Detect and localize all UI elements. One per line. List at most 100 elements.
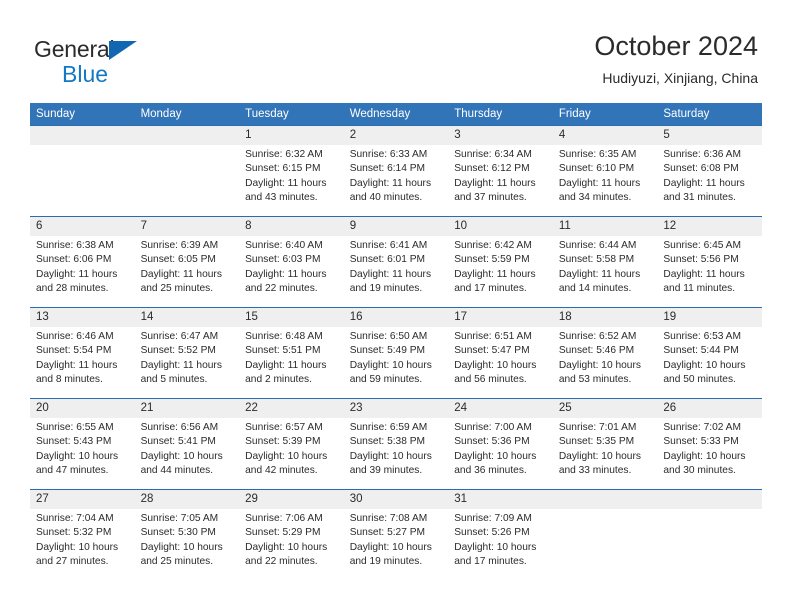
sunrise-time: Sunrise: 7:05 AM [140, 513, 219, 524]
day-details: Sunrise: 6:44 AM Sunset: 5:58 PM Daylight:… [553, 236, 658, 297]
day-number: 15 [239, 308, 344, 327]
day-details: Sunrise: 6:50 AM Sunset: 5:49 PM Daylight:… [344, 327, 449, 388]
calendar-day-cell[interactable]: 3 Sunrise: 6:34 AM Sunset: 6:12 PM Daylight… [448, 125, 553, 217]
day-details: Sunrise: 6:55 AM Sunset: 5:43 PM Daylight:… [30, 418, 135, 479]
daylight-duration-line2: and 22 minutes. [245, 283, 318, 295]
day-details: Sunrise: 6:51 AM Sunset: 5:47 PM Daylight:… [448, 327, 553, 388]
sunrise-time: Sunrise: 6:41 AM [349, 240, 428, 251]
sunrise-time: Sunrise: 6:35 AM [558, 149, 637, 160]
day-number: 11 [552, 217, 658, 236]
calendar-day-cell[interactable]: 6 Sunrise: 6:38 AM Sunset: 6:06 PM Daylight… [30, 216, 135, 308]
calendar-day-cell[interactable]: 7 Sunrise: 6:39 AM Sunset: 6:05 PM Daylight… [134, 216, 240, 308]
daylight-duration-line2: and 40 minutes. [349, 192, 423, 204]
day-details: Sunrise: 6:45 AM Sunset: 5:56 PM Daylight:… [657, 236, 762, 297]
sunset-time: Sunset: 5:44 PM [663, 345, 739, 357]
daylight-duration-line2: and 44 minutes. [140, 465, 214, 477]
sunset-time: Sunset: 5:47 PM [454, 345, 530, 357]
calendar-day-cell[interactable]: 19 Sunrise: 6:53 AM Sunset: 5:44 PM Dayligh… [657, 307, 762, 399]
daylight-duration-line2: and 42 minutes. [245, 465, 318, 477]
calendar-day-cell[interactable]: 13 Sunrise: 6:46 AM Sunset: 5:54 PM Dayligh… [30, 307, 135, 399]
daylight-duration-line2: and 33 minutes. [558, 465, 632, 477]
calendar-day-cell[interactable]: 1 Sunrise: 6:32 AM Sunset: 6:15 PM Daylight… [239, 125, 344, 217]
day-number [657, 490, 762, 509]
sunrise-time: Sunrise: 6:50 AM [349, 331, 428, 342]
sunrise-time: Sunrise: 6:51 AM [454, 331, 532, 342]
calendar-day-cell[interactable]: 4 Sunrise: 6:35 AM Sunset: 6:10 PM Daylight… [552, 125, 658, 217]
sunset-time: Sunset: 5:26 PM [454, 527, 530, 539]
general-blue-logo[interactable]: General Blue [34, 36, 264, 90]
day-number: 18 [552, 308, 658, 327]
weekday-header-wednesday: Wednesday [343, 103, 449, 126]
day-details: Sunrise: 6:38 AM Sunset: 6:06 PM Daylight:… [30, 236, 135, 297]
calendar-day-cell[interactable]: 14 Sunrise: 6:47 AM Sunset: 5:52 PM Dayligh… [134, 307, 240, 399]
calendar-day-cell[interactable]: 8 Sunrise: 6:40 AM Sunset: 6:03 PM Daylight… [239, 216, 344, 308]
calendar-day-cell[interactable]: 12 Sunrise: 6:45 AM Sunset: 5:56 PM Dayligh… [657, 216, 762, 308]
calendar-day-cell[interactable]: 15 Sunrise: 6:48 AM Sunset: 5:51 PM Dayligh… [239, 307, 344, 399]
sunrise-time: Sunrise: 7:02 AM [663, 422, 741, 433]
calendar-header-row: Sunday Monday Tuesday Wednesday Thursday Frid… [30, 103, 762, 126]
daylight-duration-line2: and 59 minutes. [349, 374, 423, 386]
sunset-time: Sunset: 6:01 PM [349, 254, 426, 266]
day-details: Sunrise: 6:42 AM Sunset: 5:59 PM Daylight:… [448, 236, 553, 297]
calendar-day-cell[interactable]: 18 Sunrise: 6:52 AM Sunset: 5:46 PM Dayligh… [552, 307, 658, 399]
calendar-day-cell[interactable]: 9 Sunrise: 6:41 AM Sunset: 6:01 PM Daylight… [343, 216, 449, 308]
calendar-day-cell[interactable]: 5 Sunrise: 6:36 AM Sunset: 6:08 PM Daylight… [657, 125, 762, 217]
sunset-time: Sunset: 6:14 PM [349, 163, 426, 175]
day-details: Sunrise: 6:56 AM Sunset: 5:41 PM Daylight:… [135, 418, 240, 479]
calendar-day-cell[interactable]: 28 Sunrise: 7:05 AM Sunset: 5:30 PM Dayligh… [134, 489, 240, 580]
calendar-day-cell[interactable]: 22 Sunrise: 6:57 AM Sunset: 5:39 PM Dayligh… [239, 398, 344, 490]
calendar-page: General Blue October 2024 Hudiyuzi, Xinj… [0, 0, 792, 612]
page-title: October 2024 [594, 31, 758, 61]
calendar-day-cell[interactable]: 26 Sunrise: 7:02 AM Sunset: 5:33 PM Dayligh… [657, 398, 762, 490]
daylight-duration-line1: Daylight: 10 hours [558, 359, 641, 371]
daylight-duration-line2: and 11 minutes. [663, 283, 736, 295]
daylight-duration-line2: and 2 minutes. [245, 374, 312, 386]
calendar-week-row: 6 Sunrise: 6:38 AM Sunset: 6:06 PM Daylight… [30, 216, 762, 308]
sunset-time: Sunset: 5:59 PM [454, 254, 530, 266]
daylight-duration-line1: Daylight: 11 hours [245, 359, 327, 371]
sunset-time: Sunset: 5:58 PM [558, 254, 635, 266]
sunrise-time: Sunrise: 6:56 AM [140, 422, 219, 433]
weekday-header-row: Sunday Monday Tuesday Wednesday Thursday Frid… [30, 103, 762, 126]
daylight-duration-line2: and 25 minutes. [140, 283, 214, 295]
calendar-day-cell[interactable]: 30 Sunrise: 7:08 AM Sunset: 5:27 PM Dayligh… [343, 489, 449, 580]
sunrise-time: Sunrise: 7:04 AM [36, 513, 114, 524]
calendar-day-cell[interactable]: 27 Sunrise: 7:04 AM Sunset: 5:32 PM Dayligh… [30, 489, 135, 580]
day-details: Sunrise: 6:36 AM Sunset: 6:08 PM Daylight:… [657, 145, 762, 206]
sunset-time: Sunset: 6:15 PM [245, 163, 321, 175]
daylight-duration-line2: and 5 minutes. [140, 374, 208, 386]
day-details: Sunrise: 6:46 AM Sunset: 5:54 PM Daylight:… [30, 327, 135, 388]
calendar-day-cell[interactable]: 2 Sunrise: 6:33 AM Sunset: 6:14 PM Daylight… [343, 125, 449, 217]
sunset-time: Sunset: 5:54 PM [36, 345, 112, 357]
sunrise-time: Sunrise: 6:46 AM [36, 331, 114, 342]
calendar-week-row: 20 Sunrise: 6:55 AM Sunset: 5:43 PM Dayligh… [30, 398, 762, 490]
logo-triangle-icon [109, 41, 137, 60]
day-details: Sunrise: 6:33 AM Sunset: 6:14 PM Daylight:… [344, 145, 449, 206]
daylight-duration-line2: and 17 minutes. [454, 556, 527, 568]
daylight-duration-line1: Daylight: 11 hours [558, 268, 641, 280]
calendar-day-cell[interactable]: 20 Sunrise: 6:55 AM Sunset: 5:43 PM Dayligh… [30, 398, 135, 490]
daylight-duration-line1: Daylight: 10 hours [454, 359, 537, 371]
sunset-time: Sunset: 6:06 PM [36, 254, 112, 266]
daylight-duration-line1: Daylight: 11 hours [663, 268, 745, 280]
sunset-time: Sunset: 5:39 PM [245, 436, 321, 448]
calendar-day-cell[interactable]: 23 Sunrise: 6:59 AM Sunset: 5:38 PM Dayligh… [343, 398, 449, 490]
daylight-duration-line2: and 47 minutes. [36, 465, 109, 477]
calendar-day-cell[interactable]: 11 Sunrise: 6:44 AM Sunset: 5:58 PM Dayligh… [552, 216, 658, 308]
calendar-day-cell[interactable]: 21 Sunrise: 6:56 AM Sunset: 5:41 PM Dayligh… [134, 398, 240, 490]
calendar-day-cell[interactable]: 16 Sunrise: 6:50 AM Sunset: 5:49 PM Dayligh… [343, 307, 449, 399]
daylight-duration-line1: Daylight: 11 hours [454, 177, 536, 189]
daylight-duration-line1: Daylight: 10 hours [558, 450, 641, 462]
calendar-day-cell[interactable]: 29 Sunrise: 7:06 AM Sunset: 5:29 PM Dayligh… [239, 489, 344, 580]
calendar-day-cell[interactable]: 25 Sunrise: 7:01 AM Sunset: 5:35 PM Dayligh… [552, 398, 658, 490]
day-details: Sunrise: 6:53 AM Sunset: 5:44 PM Daylight:… [657, 327, 762, 388]
calendar-day-cell[interactable]: 24 Sunrise: 7:00 AM Sunset: 5:36 PM Dayligh… [448, 398, 553, 490]
sunrise-time: Sunrise: 6:45 AM [663, 240, 741, 251]
calendar-day-cell[interactable]: 17 Sunrise: 6:51 AM Sunset: 5:47 PM Dayligh… [448, 307, 553, 399]
sunset-time: Sunset: 5:41 PM [140, 436, 216, 448]
calendar-day-cell-empty [134, 125, 240, 217]
sunrise-time: Sunrise: 6:32 AM [245, 149, 323, 160]
calendar-day-cell[interactable]: 10 Sunrise: 6:42 AM Sunset: 5:59 PM Dayligh… [448, 216, 553, 308]
calendar-day-cell[interactable]: 31 Sunrise: 7:09 AM Sunset: 5:26 PM Dayligh… [448, 489, 553, 580]
daylight-duration-line2: and 34 minutes. [558, 192, 632, 204]
